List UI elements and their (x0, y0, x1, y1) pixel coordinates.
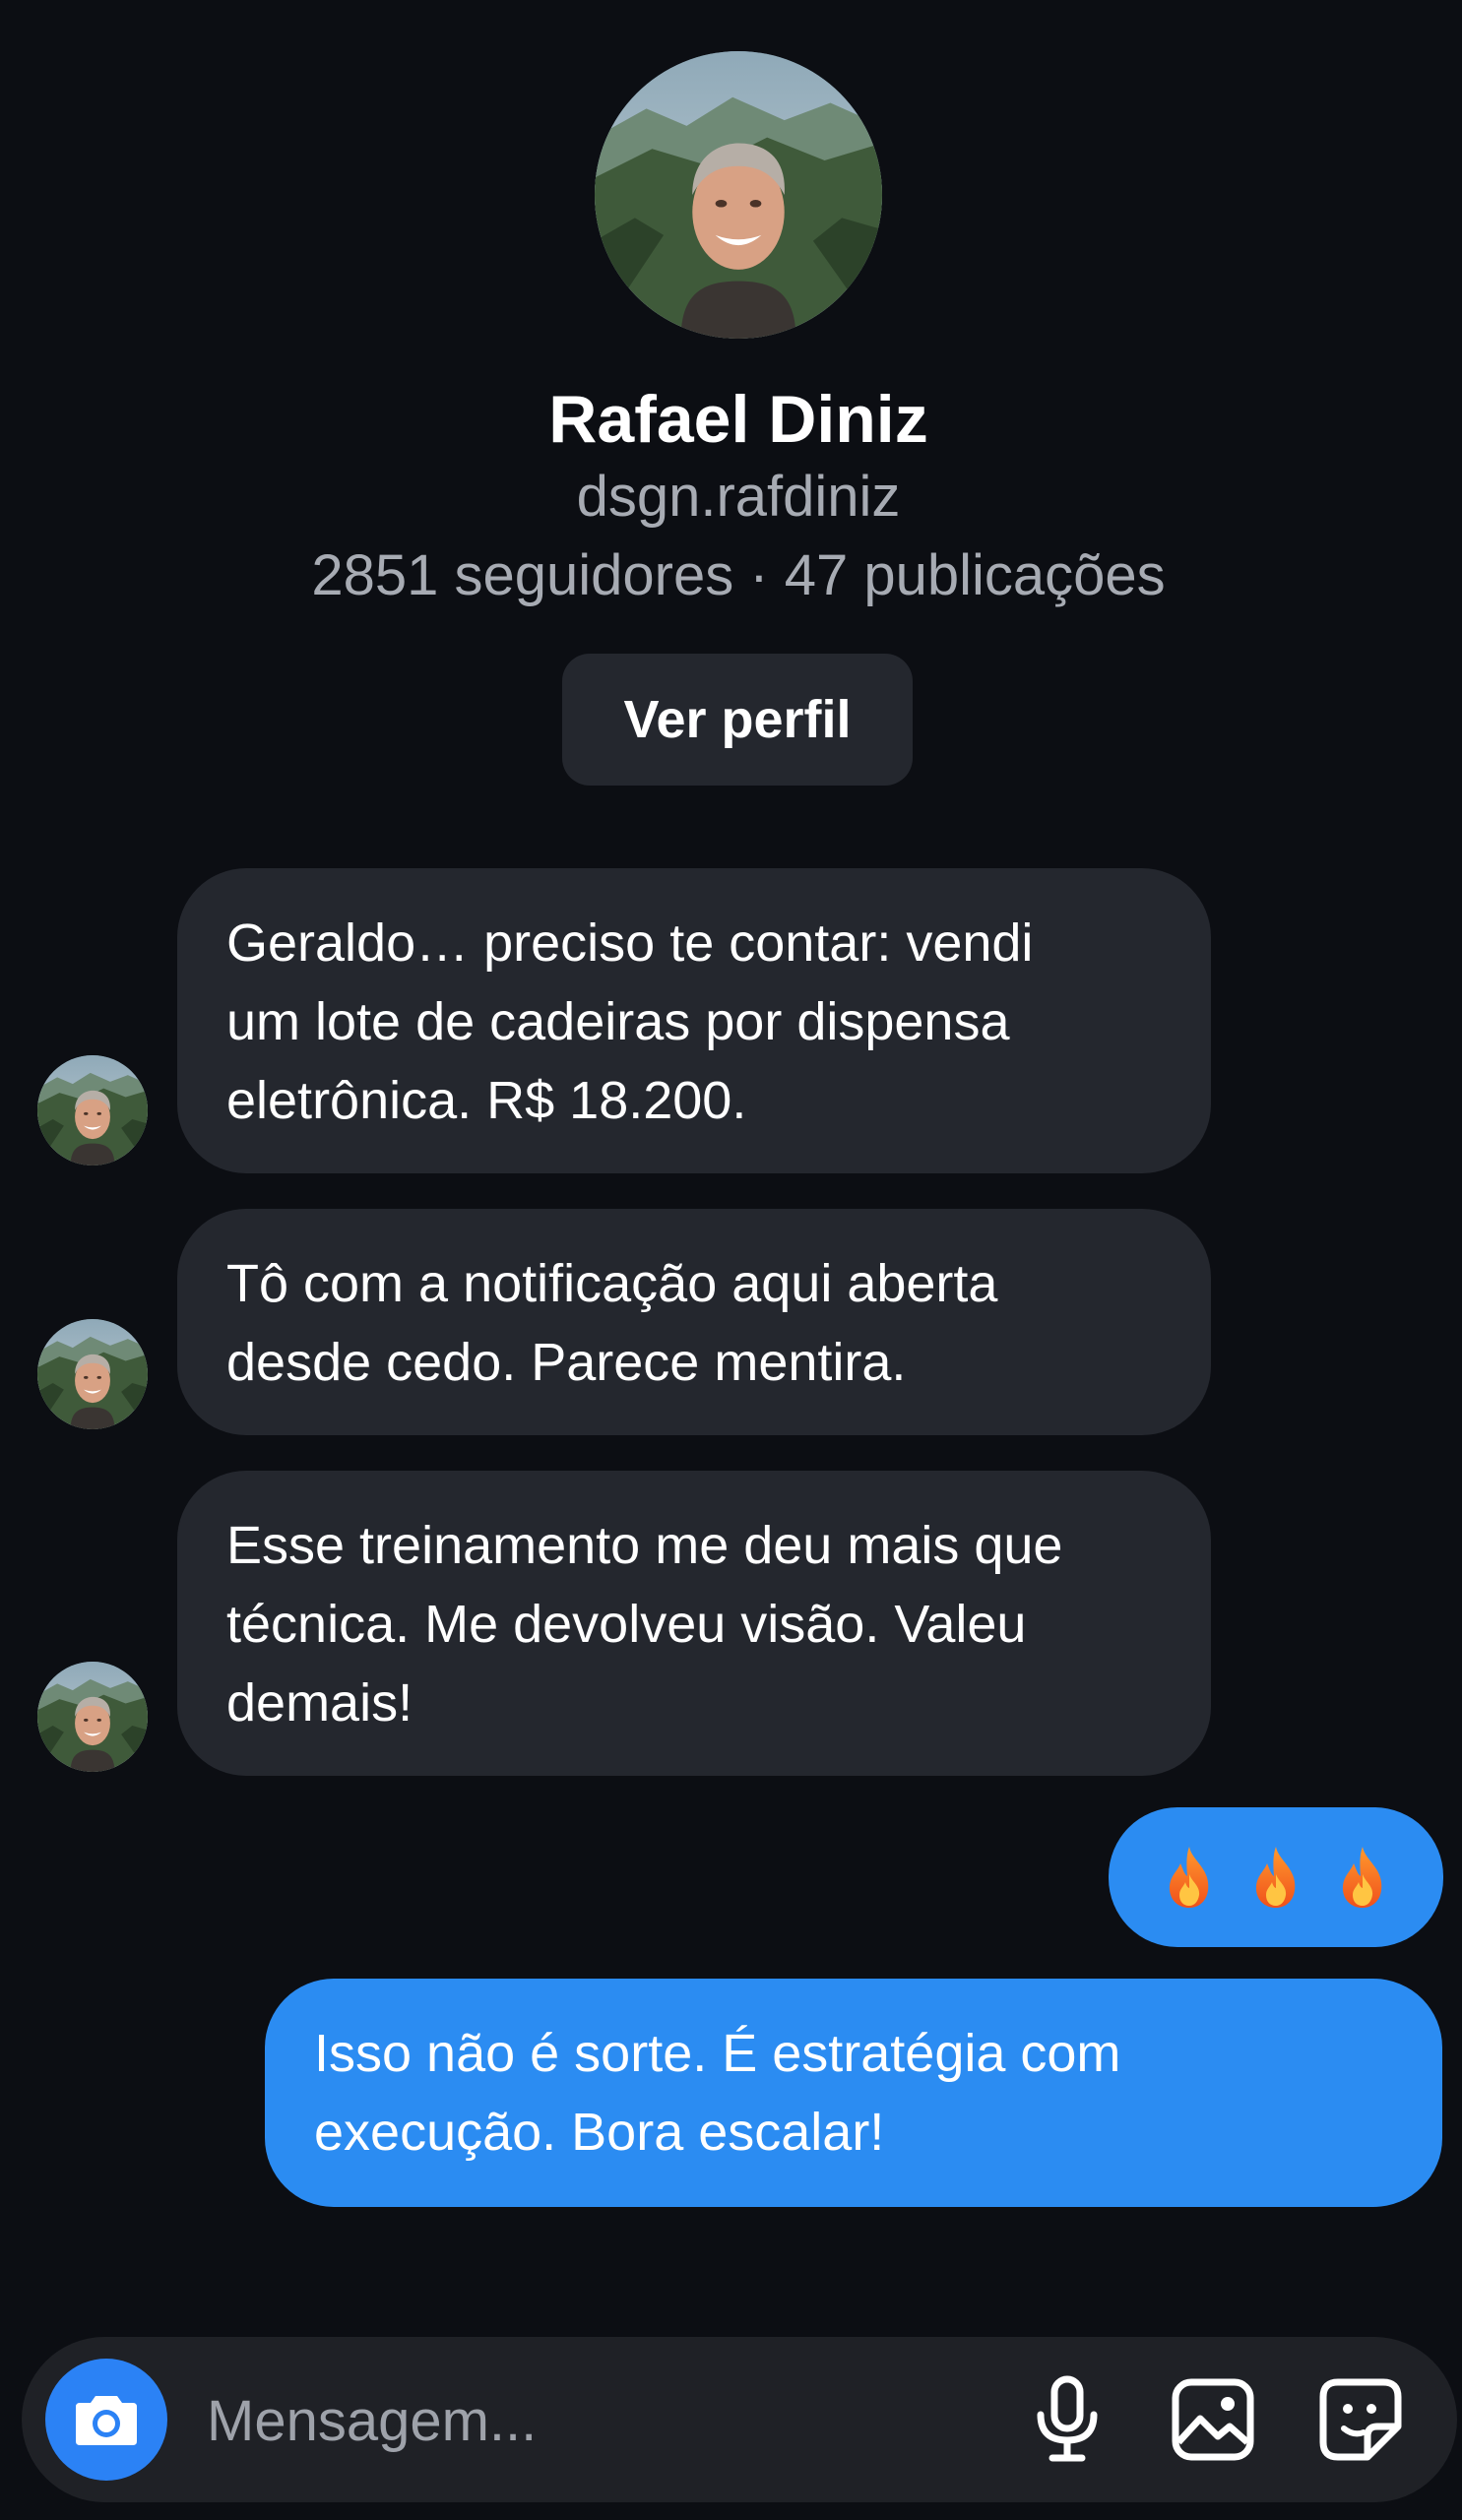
sender-avatar[interactable] (37, 1662, 148, 1772)
view-profile-button[interactable]: Ver perfil (562, 654, 913, 786)
camera-button[interactable] (45, 2359, 167, 2481)
profile-name: Rafael Diniz (548, 382, 928, 457)
message-input[interactable] (205, 2372, 977, 2469)
fire-icon (1251, 1845, 1301, 1910)
image-icon (1172, 2378, 1254, 2461)
fire-icon (1165, 1845, 1214, 1910)
message-text: Tô com a notificação aqui aberta desde c… (226, 1254, 998, 1392)
sticker-button[interactable] (1313, 2372, 1408, 2467)
camera-icon (76, 2396, 137, 2445)
sender-avatar[interactable] (37, 1055, 148, 1166)
incoming-message-bubble[interactable]: Tô com a notificação aqui aberta desde c… (177, 1209, 1211, 1435)
sender-avatar[interactable] (37, 1319, 148, 1429)
microphone-button[interactable] (1020, 2372, 1114, 2467)
profile-avatar[interactable] (595, 51, 882, 339)
sticker-icon (1319, 2378, 1402, 2461)
incoming-message-bubble[interactable]: Esse treinamento me deu mais que técnica… (177, 1471, 1211, 1776)
gallery-button[interactable] (1166, 2372, 1260, 2467)
message-text: Geraldo… preciso te contar: vendi um lot… (226, 914, 1034, 1130)
outgoing-emoji-bubble[interactable] (1109, 1807, 1443, 1947)
message-text: Isso não é sorte. É estratégia com execu… (314, 2024, 1121, 2162)
profile-handle: dsgn.rafdiniz (576, 465, 901, 529)
message-composer (22, 2337, 1457, 2502)
fire-icon (1338, 1845, 1387, 1910)
outgoing-message-bubble[interactable]: Isso não é sorte. É estratégia com execu… (265, 1979, 1442, 2207)
message-text: Esse treinamento me deu mais que técnica… (226, 1516, 1063, 1732)
incoming-message-bubble[interactable]: Geraldo… preciso te contar: vendi um lot… (177, 868, 1211, 1173)
microphone-icon (1037, 2375, 1098, 2462)
profile-stats: 2851 seguidores · 47 publicações (311, 543, 1166, 607)
